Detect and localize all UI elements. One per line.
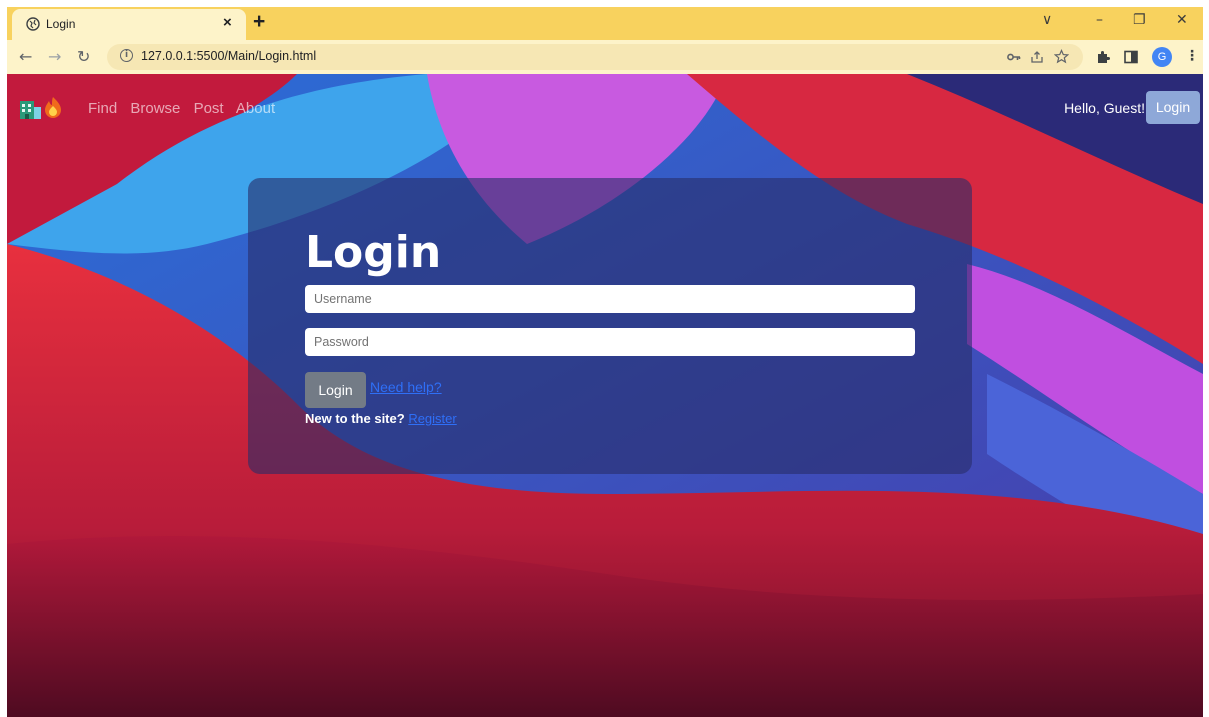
browser-toolbar: ← → ↻ i 127.0.0.1:5500/Main/Login.html G…: [7, 40, 1203, 74]
bookmark-star-icon[interactable]: [1054, 49, 1069, 64]
tab-strip: Login × + ∨ – ❐ ✕: [7, 7, 1203, 40]
login-card: Login Login Need help? New to the site? …: [248, 178, 972, 474]
register-link[interactable]: Register: [408, 411, 456, 426]
nav-link-find[interactable]: Find: [88, 100, 117, 117]
reload-icon[interactable]: ↻: [77, 47, 90, 66]
browser-window: Login × + ∨ – ❐ ✕ ← → ↻ i 127.0.0.1:5500…: [7, 7, 1203, 717]
nav-link-browse[interactable]: Browse: [130, 100, 180, 117]
nav-link-about[interactable]: About: [236, 100, 275, 117]
window-close-icon[interactable]: ✕: [1176, 12, 1188, 28]
password-input[interactable]: [305, 328, 915, 356]
tab-close-icon[interactable]: ×: [223, 14, 232, 31]
register-prompt-text: New to the site?: [305, 411, 405, 426]
back-arrow-icon[interactable]: ←: [19, 47, 32, 66]
address-url: 127.0.0.1:5500/Main/Login.html: [141, 49, 317, 63]
username-input[interactable]: [305, 285, 915, 313]
forward-arrow-icon[interactable]: →: [48, 47, 61, 66]
nav-links: Find Browse Post About: [88, 100, 284, 117]
share-icon[interactable]: [1030, 50, 1044, 64]
login-heading: Login: [305, 227, 442, 278]
browser-tab[interactable]: Login ×: [12, 9, 246, 40]
nav-link-post[interactable]: Post: [194, 100, 224, 117]
site-info-icon[interactable]: i: [120, 49, 133, 62]
tab-search-icon[interactable]: ∨: [1042, 12, 1052, 28]
site-navbar: Find Browse Post About Hello, Guest! Log…: [7, 74, 1203, 130]
address-bar[interactable]: i 127.0.0.1:5500/Main/Login.html: [107, 44, 1083, 70]
side-panel-icon[interactable]: [1124, 50, 1138, 64]
key-icon[interactable]: [1007, 52, 1021, 62]
register-prompt: New to the site? Register: [305, 411, 457, 426]
fire-icon: [45, 97, 61, 118]
restore-icon[interactable]: ❐: [1133, 12, 1146, 28]
extensions-icon[interactable]: [1096, 50, 1110, 64]
tab-title: Login: [46, 17, 76, 31]
menu-dots-icon[interactable]: ⋮: [1185, 48, 1199, 64]
profile-avatar[interactable]: G: [1152, 47, 1172, 67]
page-viewport: Find Browse Post About Hello, Guest! Log…: [7, 74, 1203, 717]
need-help-link[interactable]: Need help?: [370, 379, 442, 395]
new-tab-button[interactable]: +: [253, 10, 265, 34]
nav-login-button[interactable]: Login: [1146, 91, 1200, 124]
user-greeting: Hello, Guest!: [1064, 100, 1145, 116]
globe-icon: [26, 17, 40, 31]
minimize-icon[interactable]: –: [1096, 12, 1103, 28]
login-submit-button[interactable]: Login: [305, 372, 366, 408]
